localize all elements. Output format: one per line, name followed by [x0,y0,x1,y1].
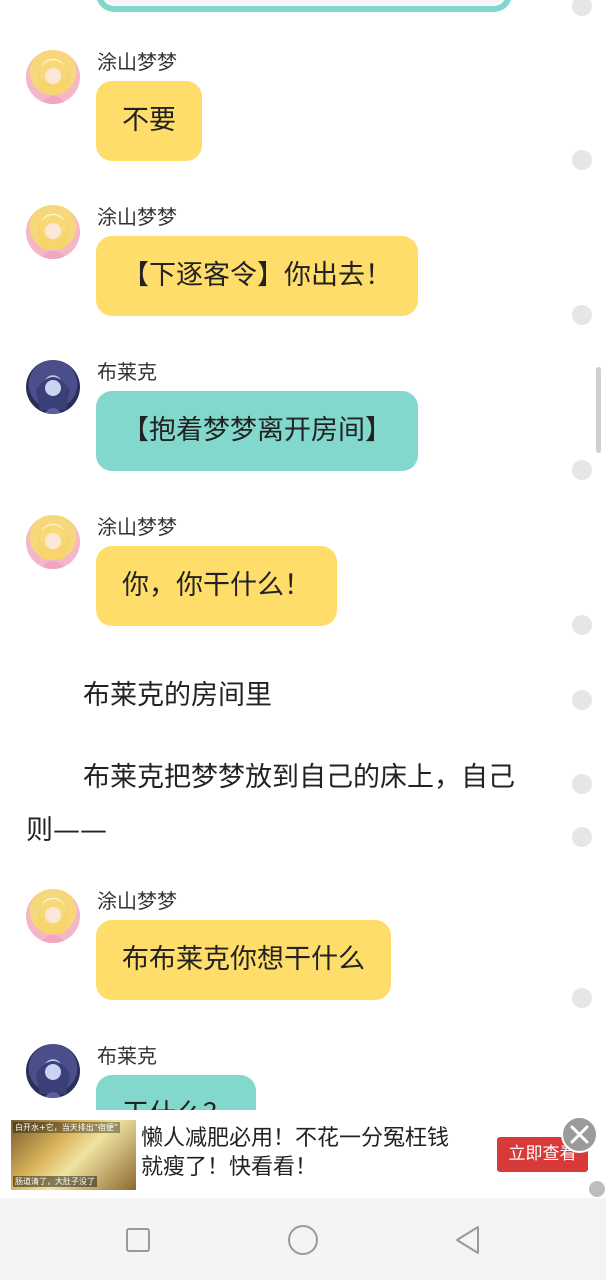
scrollbar[interactable] [596,367,601,453]
avatar-tushan-mengmeng[interactable] [26,50,80,104]
recent-apps-icon[interactable] [118,1220,158,1260]
system-navigation-bar [0,1198,606,1280]
ad-text[interactable]: 懒人减肥必用！不花一分冤枉钱 就瘦了！快看看！ [141,1124,481,1182]
message-bubble[interactable]: 干什么？ [96,1075,256,1110]
message-bubble[interactable]: 布布莱克你想干什么 [96,920,391,1000]
narration-line: 则—— [26,815,107,846]
speaker-name: 涂山梦梦 [97,50,177,74]
message-bubble[interactable]: 【抱着梦梦离开房间】 [96,391,418,471]
narration-line: 布莱克把梦梦放到自己的床上，自己 [83,762,515,793]
ad-banner[interactable]: 白开水+它，当天排出“宿便” 肠道清了，大肚子没了 懒人减肥必用！不花一分冤枉钱… [0,1110,606,1198]
home-icon[interactable] [283,1220,323,1260]
speaker-name: 布莱克 [97,1044,157,1068]
comment-dot[interactable] [572,0,592,16]
speaker-name: 涂山梦梦 [97,205,177,229]
comment-dot[interactable] [572,305,592,325]
comment-dot[interactable] [572,150,592,170]
previous-message-bubble [96,0,512,12]
back-icon[interactable] [448,1220,488,1260]
chat-area[interactable]: 涂山梦梦 不要 涂山梦梦 【下逐客令】你出去！ 布莱克 【抱着梦梦离开房间】 涂… [0,0,606,1110]
message-bubble[interactable]: 不要 [96,81,202,161]
ad-line: 就瘦了！快看看！ [141,1155,318,1180]
comment-dot[interactable] [572,615,592,635]
comment-dot[interactable] [572,988,592,1008]
speaker-name: 涂山梦梦 [97,515,177,539]
message-bubble[interactable]: 你，你干什么！ [96,546,337,626]
ad-info-icon[interactable] [589,1181,605,1197]
comment-dot[interactable] [572,460,592,480]
avatar-blake[interactable] [26,360,80,414]
speaker-name: 涂山梦梦 [97,889,177,913]
avatar-blake[interactable] [26,1044,80,1098]
message-bubble[interactable]: 【下逐客令】你出去！ [96,236,418,316]
comment-dot[interactable] [572,690,592,710]
comment-dot[interactable] [572,827,592,847]
avatar-tushan-mengmeng[interactable] [26,515,80,569]
ad-thumbnail-caption: 白开水+它，当天排出“宿便” [13,1122,120,1133]
close-icon[interactable] [561,1116,598,1153]
comment-dot[interactable] [572,774,592,794]
speaker-name: 布莱克 [97,360,157,384]
avatar-tushan-mengmeng[interactable] [26,205,80,259]
ad-thumbnail-caption: 肠道清了，大肚子没了 [13,1176,97,1187]
ad-thumbnail[interactable]: 白开水+它，当天排出“宿便” 肠道清了，大肚子没了 [11,1120,136,1190]
ad-line: 懒人减肥必用！不花一分冤枉钱 [141,1126,450,1151]
avatar-tushan-mengmeng[interactable] [26,889,80,943]
narration-line: 布莱克的房间里 [83,680,272,711]
